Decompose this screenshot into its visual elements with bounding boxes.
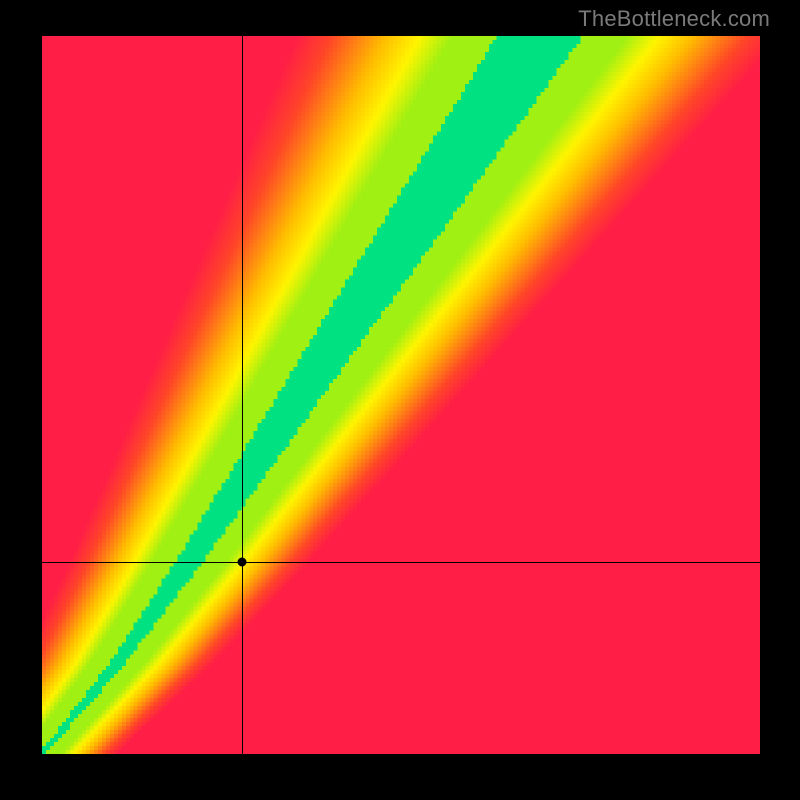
selection-marker-dot	[237, 558, 246, 567]
plot-area	[42, 36, 760, 754]
crosshair-horizontal	[42, 562, 760, 563]
watermark-text: TheBottleneck.com	[578, 6, 770, 32]
crosshair-vertical	[242, 36, 243, 754]
heatmap-canvas	[42, 36, 760, 754]
figure-frame: TheBottleneck.com	[0, 0, 800, 800]
